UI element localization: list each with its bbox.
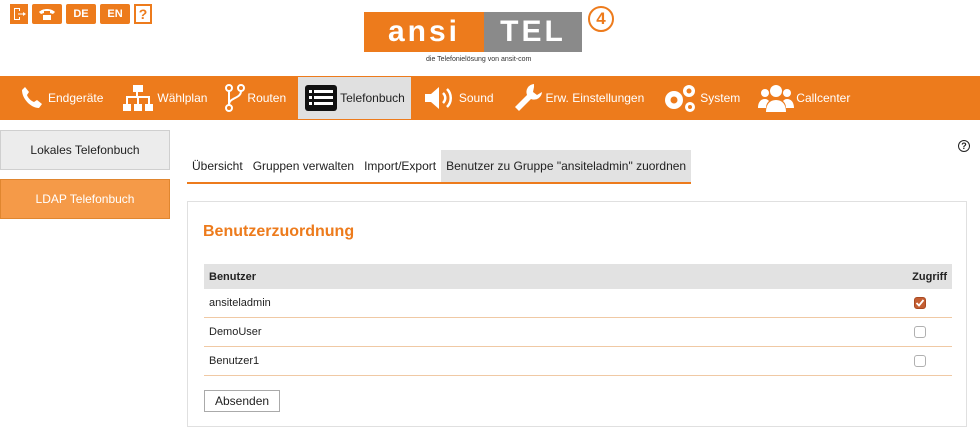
route-icon (225, 84, 246, 112)
help-icon[interactable]: ? (958, 140, 970, 152)
table-row: Benutzer1 (204, 347, 952, 376)
logo-left: ansi (364, 12, 484, 52)
version-badge: 4 (588, 6, 614, 32)
nav-item-callcenter[interactable]: Callcenter (752, 77, 856, 119)
tab-uebersicht[interactable]: Übersicht (187, 150, 248, 182)
header: DE EN ? ansi TEL 4 die Telefonielösung v… (0, 0, 980, 76)
check-icon (915, 299, 925, 307)
user-name: ansiteladmin (209, 297, 271, 309)
nav-item-label: Erw. Einstellungen (545, 91, 645, 105)
nav-item-label: System (700, 91, 741, 105)
sidebar-item-ldap-telefonbuch[interactable]: LDAP Telefonbuch (0, 179, 170, 219)
nav-item-label: Endgeräte (48, 91, 104, 105)
logo-tagline: die Telefonielösung von ansit-com (426, 56, 532, 63)
nav-item-label: Telefonbuch (340, 91, 405, 105)
nav-item-erw-einstellungen[interactable]: Erw. Einstellungen (506, 77, 651, 119)
column-header-access: Zugriff (912, 270, 947, 283)
top-icon-bar: DE EN ? (10, 4, 152, 24)
user-name: Benutzer1 (209, 355, 260, 367)
nav-item-endgeraete[interactable]: Endgeräte (12, 77, 109, 119)
main-nav: Endgeräte Wählplan Routen Telefonbuch So… (0, 76, 980, 120)
lang-en-button[interactable]: EN (100, 4, 130, 24)
logo-wordmark: ansi TEL (364, 12, 582, 52)
speaker-icon (424, 87, 452, 109)
table-header: Benutzer Zugriff (204, 264, 952, 289)
access-checkbox[interactable] (914, 297, 926, 309)
nav-item-label: Routen (247, 91, 287, 105)
logo-right: TEL (484, 12, 582, 52)
phone-icon (22, 87, 42, 108)
table-row: DemoUser (204, 318, 952, 347)
table-row: ansiteladmin (204, 289, 952, 318)
tab-benutzer-zuordnen[interactable]: Benutzer zu Gruppe "ansiteladmin" zuordn… (441, 150, 692, 182)
nav-item-label: Callcenter (796, 91, 851, 105)
help-icon[interactable]: ? (134, 4, 152, 24)
user-assignment-panel: Benutzerzuordnung Benutzer Zugriff ansit… (187, 201, 967, 427)
access-checkbox[interactable] (914, 355, 926, 367)
nav-item-label: Wählplan (157, 91, 208, 105)
user-table: Benutzer Zugriff ansiteladmin DemoUser B… (204, 264, 952, 376)
sidebar-item-lokales-telefonbuch[interactable]: Lokales Telefonbuch (0, 130, 170, 170)
wrench-icon (514, 84, 542, 111)
gears-icon (665, 85, 696, 112)
logout-icon[interactable] (10, 4, 28, 24)
phone-icon[interactable] (32, 4, 62, 24)
nav-item-routen[interactable]: Routen (219, 77, 292, 119)
ansitel-logo: ansi TEL 4 die Telefonielösung von ansit… (364, 6, 618, 70)
sub-tabs: Übersicht Gruppen verwalten Import/Expor… (187, 150, 692, 184)
nav-item-system[interactable]: System (656, 77, 746, 119)
submit-button[interactable]: Absenden (204, 390, 281, 412)
nav-item-telefonbuch[interactable]: Telefonbuch (298, 77, 411, 119)
sitemap-icon (123, 85, 154, 111)
list-icon (305, 85, 338, 111)
tab-gruppen-verwalten[interactable]: Gruppen verwalten (248, 150, 359, 182)
column-header-user: Benutzer (209, 270, 257, 283)
access-checkbox[interactable] (914, 326, 926, 338)
lang-de-button[interactable]: DE (66, 4, 96, 24)
nav-item-waehlplan[interactable]: Wählplan (115, 77, 213, 119)
panel-title: Benutzerzuordnung (203, 223, 355, 240)
tab-import-export[interactable]: Import/Export (359, 150, 441, 182)
user-name: DemoUser (209, 326, 262, 338)
nav-item-label: Sound (458, 91, 494, 105)
users-icon (758, 85, 795, 112)
nav-item-sound[interactable]: Sound (417, 77, 500, 119)
